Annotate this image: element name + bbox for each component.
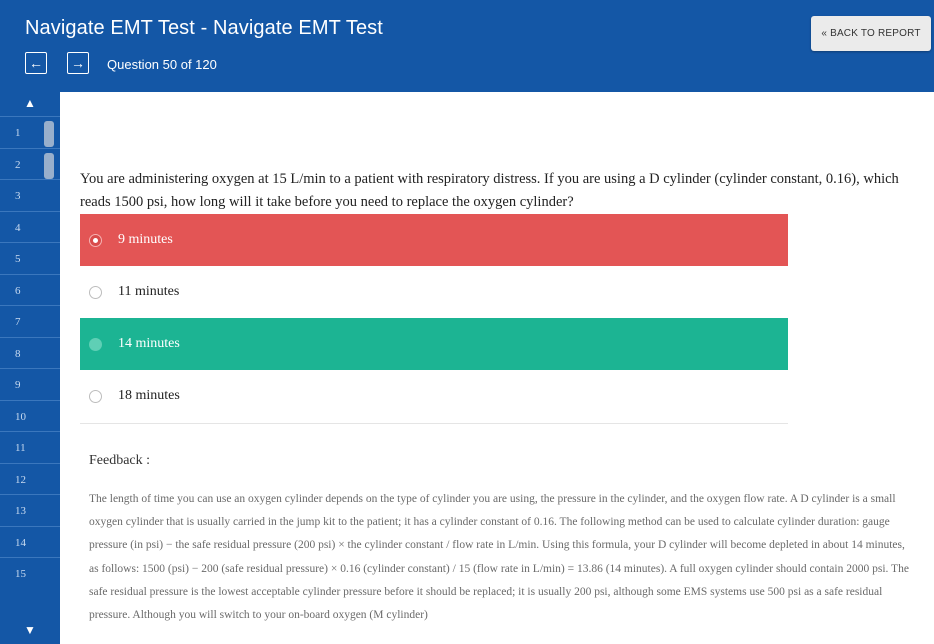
sidebar-question-item[interactable]: 14 [0, 525, 60, 558]
sidebar-question-item[interactable]: 11 [0, 431, 60, 463]
feedback-text: The length of time you can use an oxygen… [89, 493, 909, 622]
sidebar-question-number: 9 [15, 379, 21, 391]
sidebar-question-item[interactable]: 3 [0, 179, 60, 211]
sidebar-question-number: 6 [15, 284, 21, 297]
page-title: Navigate EMT Test - Navigate EMT Test [25, 17, 383, 39]
sidebar-question-item[interactable]: 13 [0, 494, 60, 526]
answer-label: 14 minutes [118, 336, 180, 351]
arrow-right-icon: → [71, 55, 85, 71]
previous-question-button[interactable]: ← [25, 52, 47, 74]
answer-list: 9 minutes 11 minutes 14 minutes 18 minutes [80, 214, 788, 422]
answer-option[interactable]: 14 minutes [80, 318, 788, 370]
sidebar-question-item[interactable]: 15 [0, 557, 60, 589]
answer-label: 9 minutes [118, 232, 173, 247]
sidebar-question-item[interactable]: 5 [0, 242, 60, 274]
radio-button[interactable] [89, 337, 102, 351]
sidebar-question-number: 13 [15, 505, 26, 517]
answer-option[interactable]: 11 minutes [80, 266, 788, 318]
arrow-left-icon: ← [29, 55, 43, 71]
sidebar-question-number: 8 [15, 347, 21, 360]
sidebar-question-number: 12 [15, 473, 26, 486]
sidebar-question-item[interactable]: 8 [0, 336, 60, 369]
sidebar-question-item[interactable]: 1 [0, 116, 60, 148]
sidebar-question-number: 7 [15, 316, 21, 328]
sidebar-question-number: 2 [15, 158, 21, 171]
sidebar-question-number: 1 [15, 127, 21, 139]
answer-label: 11 minutes [118, 284, 180, 299]
sidebar-question-item[interactable]: 6 [0, 273, 60, 306]
sidebar-question-item[interactable]: 10 [0, 399, 60, 432]
question-text: You are administering oxygen at 15 L/min… [80, 171, 899, 210]
next-question-button[interactable]: → [67, 52, 89, 74]
feedback-label: Feedback : [89, 453, 151, 468]
back-to-report-button[interactable]: « BACK TO REPORT [811, 16, 931, 51]
scroll-down-icon[interactable]: ▼ [24, 623, 36, 637]
answer-label: 18 minutes [118, 388, 180, 403]
divider [80, 423, 788, 424]
sidebar-question-item[interactable]: 12 [0, 462, 60, 495]
radio-button[interactable] [89, 285, 102, 299]
radio-button[interactable] [89, 389, 102, 403]
sidebar-question-item[interactable]: 7 [0, 305, 60, 337]
sidebar-question-number: 5 [15, 253, 21, 265]
sidebar-question-item[interactable]: 4 [0, 210, 60, 243]
sidebar-question-number: 11 [15, 442, 26, 454]
scroll-up-icon[interactable]: ▲ [24, 96, 36, 110]
sidebar-question-item[interactable]: 9 [0, 368, 60, 400]
question-sidebar: ▲ 1 2 3 4 5 6 7 8 9 10 11 12 13 14 15 ▼ [0, 92, 60, 644]
radio-button[interactable] [89, 233, 102, 247]
sidebar-question-number: 3 [15, 190, 21, 202]
bookmark-icon [44, 152, 54, 179]
sidebar-question-item[interactable]: 2 [0, 147, 60, 180]
top-bar: Navigate EMT Test - Navigate EMT Test ← … [0, 0, 934, 92]
question-list: 1 2 3 4 5 6 7 8 9 10 11 12 13 14 15 [0, 116, 60, 589]
sidebar-question-number: 14 [15, 536, 26, 549]
sidebar-question-number: 4 [15, 221, 21, 234]
answer-option[interactable]: 18 minutes [80, 370, 788, 422]
answer-option[interactable]: 9 minutes [80, 214, 788, 266]
sidebar-question-number: 10 [15, 410, 26, 423]
bookmark-icon [44, 121, 54, 147]
question-counter: Question 50 of 120 [107, 57, 217, 72]
sidebar-question-number: 15 [15, 568, 26, 580]
